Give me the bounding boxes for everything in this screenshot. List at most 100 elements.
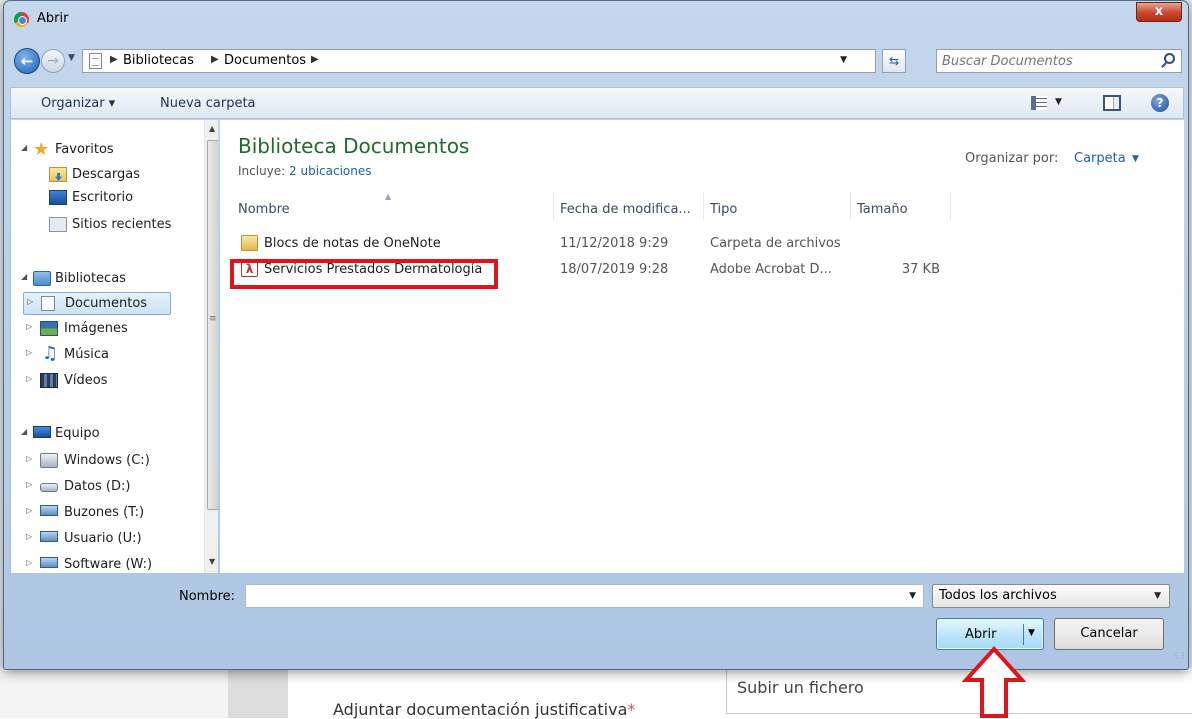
background-left-panel xyxy=(0,668,228,718)
file-type: Adobe Acrobat D... xyxy=(710,262,832,277)
required-mark: * xyxy=(627,700,636,719)
column-header-date[interactable]: Fecha de modifica... xyxy=(560,202,691,232)
documents-library-icon xyxy=(89,53,102,69)
search-box[interactable] xyxy=(936,49,1182,73)
breadcrumb-arrow-icon[interactable]: ▶ xyxy=(110,54,118,65)
dialog-titlebar[interactable]: Abrir x xyxy=(4,1,1188,37)
column-separator[interactable] xyxy=(850,192,851,220)
file-name-label: Nombre: xyxy=(179,589,236,604)
nav-videos[interactable]: ▷ Vídeos xyxy=(11,370,201,392)
file-type-filter-value: Todos los archivos xyxy=(939,588,1057,603)
expand-arrow-icon[interactable]: ▷ xyxy=(26,374,32,383)
music-note-icon: ♫ xyxy=(42,343,59,364)
nav-libraries[interactable]: ◢ Bibliotecas xyxy=(11,268,201,290)
search-input[interactable] xyxy=(942,52,1152,70)
back-button[interactable]: ← xyxy=(14,48,40,74)
expand-arrow-icon[interactable]: ▷ xyxy=(26,348,32,357)
file-name-combobox[interactable]: ▼ xyxy=(245,584,924,608)
nav-computer[interactable]: ◢ Equipo xyxy=(11,423,201,445)
breadcrumb-arrow-icon[interactable]: ▶ xyxy=(311,54,319,65)
nav-label: Vídeos xyxy=(64,373,108,388)
filter-dropdown-icon[interactable]: ▼ xyxy=(1154,591,1161,601)
expand-arrow-icon[interactable]: ▷ xyxy=(26,506,32,515)
nav-recent-places[interactable]: Sitios recientes xyxy=(11,214,201,236)
address-bar[interactable]: ▶ Bibliotecas ▶ Documentos ▶ ▼ xyxy=(82,49,876,73)
nav-documents[interactable]: ▷ Documentos xyxy=(23,292,171,315)
nav-label: Buzones (T:) xyxy=(64,505,145,520)
column-header-type[interactable]: Tipo xyxy=(710,202,737,232)
locations-link[interactable]: 2 ubicaciones xyxy=(289,164,371,178)
address-dropdown-icon[interactable]: ▼ xyxy=(840,55,847,65)
scrollbar-thumb[interactable] xyxy=(207,140,218,510)
refresh-button[interactable]: ⇆ xyxy=(882,49,906,73)
nav-images[interactable]: ▷ Imágenes xyxy=(11,318,201,340)
nav-drive-d[interactable]: ▷ Datos (D:) xyxy=(11,476,201,498)
hard-drive-icon xyxy=(40,483,58,492)
nav-label: Escritorio xyxy=(72,190,134,205)
resize-grip-icon[interactable]: ⋮⋮ xyxy=(1172,651,1187,660)
network-drive-icon xyxy=(40,531,58,542)
expand-arrow-icon[interactable]: ▷ xyxy=(26,558,32,567)
upload-file-field[interactable]: Subir un fichero xyxy=(726,668,1192,714)
collapse-arrow-icon[interactable]: ◢ xyxy=(21,427,27,436)
chrome-icon xyxy=(14,12,29,27)
view-dropdown-icon[interactable]: ▼ xyxy=(1055,97,1062,107)
new-folder-button[interactable]: Nueva carpeta xyxy=(160,96,256,111)
libraries-icon xyxy=(33,271,51,286)
collapse-arrow-icon[interactable]: ◢ xyxy=(21,143,27,152)
history-dropdown-icon[interactable]: ▼ xyxy=(68,53,75,63)
nav-music[interactable]: ▷ ♫ Música xyxy=(11,344,201,366)
file-type: Carpeta de archivos xyxy=(710,236,841,251)
close-button[interactable]: x xyxy=(1136,2,1182,22)
organize-menu[interactable]: Organizar ▾ xyxy=(41,96,115,111)
nav-downloads[interactable]: Descargas xyxy=(11,164,201,186)
nav-drive-t[interactable]: ▷ Buzones (T:) xyxy=(11,502,201,524)
view-options-icon[interactable] xyxy=(1031,96,1047,110)
expand-arrow-icon[interactable]: ▷ xyxy=(26,322,32,331)
column-separator[interactable] xyxy=(553,192,554,220)
expand-arrow-icon[interactable]: ▷ xyxy=(27,297,33,306)
file-name-input[interactable] xyxy=(250,588,890,604)
nav-drive-c[interactable]: ▷ Windows (C:) xyxy=(11,450,201,472)
arrange-dropdown-icon[interactable]: ▼ xyxy=(1132,154,1139,164)
arrange-by-value[interactable]: Carpeta xyxy=(1074,151,1126,166)
search-icon[interactable] xyxy=(1164,53,1175,64)
expand-arrow-icon[interactable]: ▷ xyxy=(26,480,32,489)
star-icon: ★ xyxy=(33,139,50,160)
column-header-size[interactable]: Tamaño xyxy=(857,202,908,232)
column-separator[interactable] xyxy=(950,192,951,220)
open-button-label: Abrir xyxy=(965,627,997,642)
file-name-dropdown-icon[interactable]: ▼ xyxy=(909,591,916,601)
command-toolbar: Organizar ▾ Nueva carpeta ▼ ? xyxy=(10,87,1184,119)
nav-drive-w[interactable]: ▷ Software (W:) xyxy=(11,554,201,573)
annotation-up-arrow-icon xyxy=(962,646,1026,718)
file-type-filter[interactable]: Todos los archivos ▼ xyxy=(932,584,1170,608)
breadcrumb-arrow-icon[interactable]: ▶ xyxy=(211,54,219,65)
arrange-by-label: Organizar por: xyxy=(965,151,1059,166)
expand-arrow-icon[interactable]: ▷ xyxy=(26,454,32,463)
nav-drive-u[interactable]: ▷ Usuario (U:) xyxy=(11,528,201,550)
scroll-down-icon[interactable]: ▼ xyxy=(209,557,215,566)
breadcrumb-documents[interactable]: Documentos xyxy=(224,53,306,68)
documents-icon xyxy=(41,296,55,311)
column-header-name[interactable]: Nombre xyxy=(238,202,290,232)
nav-desktop[interactable]: Escritorio xyxy=(11,187,201,209)
breadcrumb-libraries[interactable]: Bibliotecas xyxy=(123,53,194,68)
attach-documentation-label: Adjuntar documentación justificativa* xyxy=(333,700,635,719)
nav-favorites[interactable]: ◢ ★ Favoritos xyxy=(11,139,201,161)
attach-label-text: Adjuntar documentación justificativa xyxy=(333,700,628,719)
column-separator[interactable] xyxy=(703,192,704,220)
scroll-up-icon[interactable]: ▲ xyxy=(209,124,215,133)
open-file-dialog: Abrir x ← → ▼ ▶ Bibliotecas ▶ Documentos… xyxy=(3,0,1189,670)
help-icon[interactable]: ? xyxy=(1151,94,1169,112)
open-options-dropdown-icon[interactable]: ▼ xyxy=(1028,628,1035,638)
file-row[interactable]: Blocs de notas de OneNote 11/12/2018 9:2… xyxy=(238,233,978,255)
network-drive-icon xyxy=(40,505,58,516)
file-date: 18/07/2019 9:28 xyxy=(560,262,669,277)
navigation-scrollbar[interactable]: ▲ ▼ xyxy=(204,120,218,573)
preview-pane-icon[interactable] xyxy=(1103,95,1121,111)
forward-button[interactable]: → xyxy=(41,49,65,73)
cancel-button[interactable]: Cancelar xyxy=(1054,618,1164,650)
expand-arrow-icon[interactable]: ▷ xyxy=(26,532,32,541)
collapse-arrow-icon[interactable]: ◢ xyxy=(21,272,27,281)
